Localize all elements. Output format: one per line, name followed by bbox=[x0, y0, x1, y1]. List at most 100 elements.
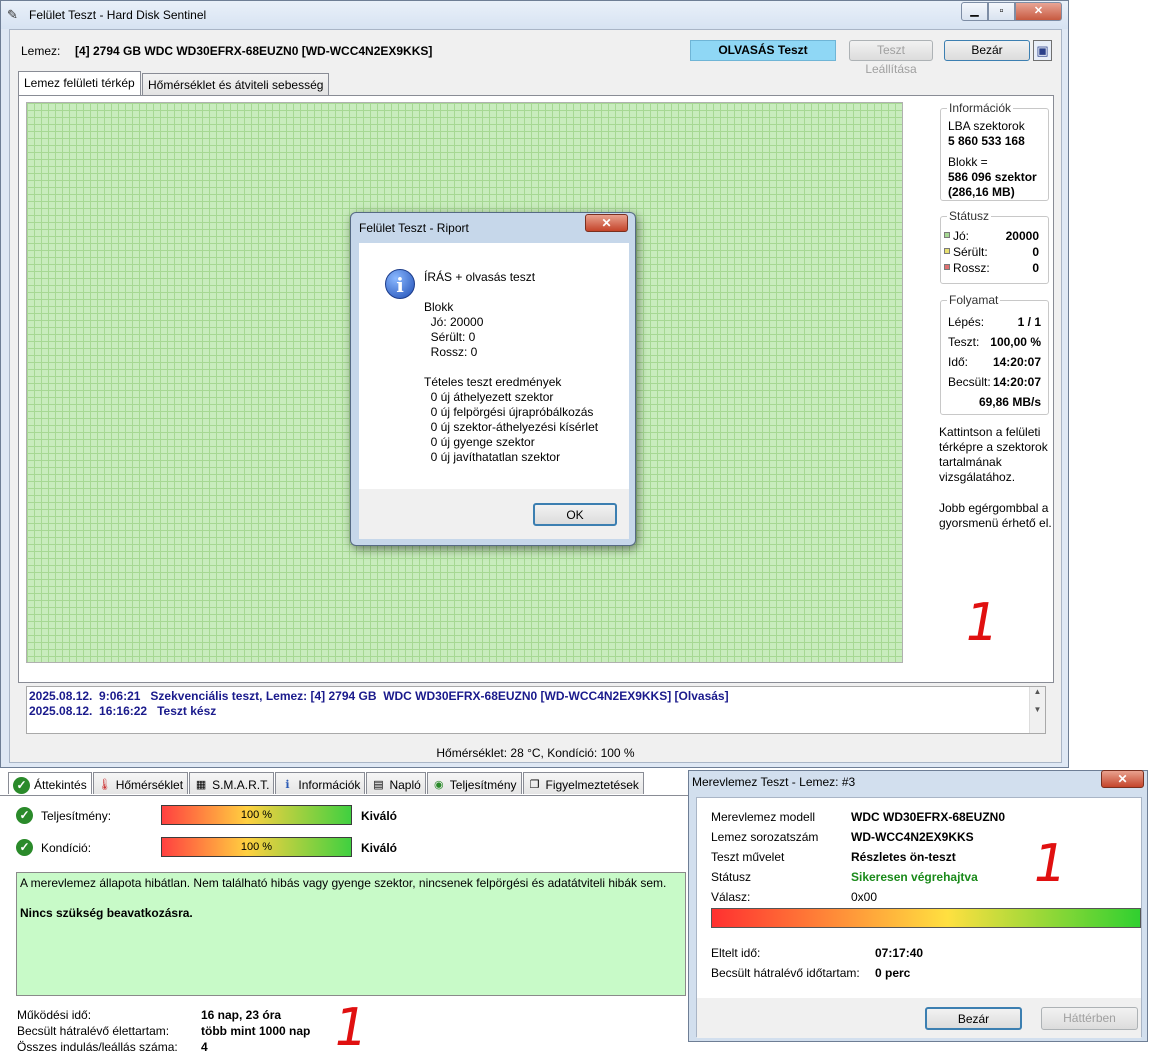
window-controls: ▁ ▫ ✕ bbox=[961, 2, 1062, 21]
model-label: Merevlemez modell bbox=[711, 810, 816, 824]
tab-performance[interactable]: ◉ Teljesítmény bbox=[426, 772, 522, 794]
status-bar: Hőmérséklet: 28 °C, Kondíció: 100 % bbox=[436, 746, 635, 760]
lifetime-label: Becsült hátralévő élettartam: bbox=[17, 1024, 170, 1038]
cond-ok-icon: ✓ bbox=[16, 839, 33, 856]
remaining-value: 0 perc bbox=[875, 966, 911, 980]
lifetime-value: több mint 1000 nap bbox=[201, 1024, 311, 1038]
app-icon: ✎ bbox=[7, 7, 18, 22]
report-line: Blokk bbox=[424, 300, 454, 314]
uptime-label: Működési idő: bbox=[17, 1008, 92, 1022]
tab-information-label: Információk bbox=[298, 778, 361, 792]
report-line: 0 új javíthatatlan szektor bbox=[424, 450, 561, 464]
selftest-dialog: Merevlemez Teszt - Lemez: #3 ✕ Merevleme… bbox=[688, 770, 1148, 1042]
tab-log-label: Napló bbox=[389, 778, 421, 792]
uptime-value: 16 nap, 23 óra bbox=[201, 1008, 282, 1022]
tab-temperature[interactable]: 🌡 Hőmérséklet bbox=[92, 772, 189, 794]
report-line: Tételes teszt eredmények bbox=[424, 375, 562, 389]
background-button[interactable]: Háttérben bbox=[1041, 1007, 1138, 1030]
good-label: Jó: bbox=[953, 229, 970, 243]
tab-surface-map[interactable]: Lemez felületi térkép bbox=[18, 71, 141, 95]
tab-log[interactable]: ▤ Napló bbox=[366, 772, 426, 794]
reply-value: 0x00 bbox=[851, 890, 878, 904]
step-label: Lépés: bbox=[948, 315, 985, 329]
good-swatch bbox=[944, 232, 950, 238]
damaged-value: 0 bbox=[1032, 245, 1039, 259]
block-label: Blokk = bbox=[948, 155, 988, 169]
chip-icon: ▦ bbox=[195, 779, 207, 791]
close-button[interactable]: Bezár bbox=[944, 40, 1030, 61]
health-advice: Nincs szükség beavatkozásra. bbox=[20, 906, 193, 920]
info-group: Információk LBA szektorok 5 860 533 168 … bbox=[940, 101, 1049, 201]
report-dialog-title: Felület Teszt - Riport bbox=[359, 221, 469, 235]
operation-value: Részletes ön-teszt bbox=[851, 850, 956, 864]
bad-value: 0 bbox=[1032, 261, 1039, 275]
stop-test-button[interactable]: Teszt Leállítása bbox=[849, 40, 933, 76]
ok-button[interactable]: OK bbox=[533, 503, 617, 526]
red-annotation-mark-dialog: 1 bbox=[1027, 834, 1072, 894]
log-line: 2025.08.12. 16:16:22 Teszt kész bbox=[29, 704, 217, 718]
tab-smart-label: S.M.A.R.T. bbox=[212, 778, 270, 792]
elapsed-value: 07:17:40 bbox=[875, 946, 924, 960]
step-value: 1 / 1 bbox=[1017, 315, 1041, 329]
reply-label: Válasz: bbox=[711, 890, 751, 904]
save-icon[interactable]: ▣ bbox=[1033, 40, 1052, 61]
disk-value: [4] 2794 GB WDC WD30EFRX-68EUZN0 [WD-WCC… bbox=[75, 44, 433, 58]
cond-rating: Kiváló bbox=[361, 841, 398, 855]
cond-bar: 100 % bbox=[161, 837, 352, 857]
estimate-label: Becsült: bbox=[948, 375, 991, 389]
mode-indicator: OLVASÁS Teszt bbox=[690, 40, 836, 61]
title-bar: ✎ Felület Teszt - Hard Disk Sentinel ▁ ▫… bbox=[1, 1, 1068, 29]
report-line: Rossz: 0 bbox=[424, 345, 478, 359]
damaged-swatch bbox=[944, 248, 950, 254]
status-legend: Státusz bbox=[947, 209, 992, 223]
report-line: Jó: 20000 bbox=[424, 315, 484, 329]
status-group: Státusz Jó: 20000 Sérült: 0 Rossz: 0 bbox=[940, 209, 1049, 284]
perf-bar: 100 % bbox=[161, 805, 352, 825]
cond-label: Kondíció: bbox=[41, 841, 92, 855]
block-value: 586 096 szektor bbox=[948, 170, 1037, 184]
tab-temperature-speed[interactable]: Hőmérséklet és átviteli sebesség bbox=[142, 73, 330, 95]
maximize-button[interactable]: ▫ bbox=[988, 2, 1015, 21]
tab-information[interactable]: ℹ Információk bbox=[275, 772, 366, 794]
info-icon: i bbox=[385, 269, 415, 299]
starts-label: Összes indulás/leállás száma: bbox=[17, 1040, 178, 1054]
close-window-button[interactable]: ✕ bbox=[1015, 2, 1062, 21]
log-box: 2025.08.12. 9:06:21 Szekvenciális teszt,… bbox=[26, 686, 1046, 734]
report-line: Sérült: 0 bbox=[424, 330, 476, 344]
test-label: Teszt: bbox=[948, 335, 980, 349]
log-scrollbar[interactable]: ▲ ▼ bbox=[1029, 687, 1045, 733]
model-value: WDC WD30EFRX-68EUZN0 bbox=[851, 810, 1006, 824]
report-heading: ÍRÁS + olvasás teszt bbox=[424, 270, 536, 284]
window-title: Felület Teszt - Hard Disk Sentinel bbox=[29, 8, 207, 22]
selftest-progress-bar bbox=[711, 908, 1141, 928]
tab-overview[interactable]: ✓ Áttekintés bbox=[8, 772, 92, 794]
time-value: 14:20:07 bbox=[992, 355, 1041, 369]
minimize-button[interactable]: ▁ bbox=[961, 2, 988, 21]
tab-smart[interactable]: ▦ S.M.A.R.T. bbox=[189, 772, 275, 794]
hint-rightclick: Jobb egérgombbal a gyorsmenü érhető el. bbox=[939, 501, 1052, 530]
report-close-icon[interactable]: ✕ bbox=[585, 214, 628, 232]
thermometer-icon: 🌡 bbox=[97, 779, 112, 791]
selftest-title: Merevlemez Teszt - Lemez: #3 bbox=[692, 775, 856, 789]
hint-click: Kattintson a felületi térképre a szektor… bbox=[939, 425, 1048, 484]
block-size: (286,16 MB) bbox=[948, 185, 1015, 199]
health-message: A merevlemez állapota hibátlan. Nem talá… bbox=[20, 876, 667, 890]
report-line: 0 új áthelyezett szektor bbox=[424, 390, 554, 404]
selftest-close-icon[interactable]: ✕ bbox=[1101, 770, 1144, 788]
tab-temperature-label: Hőmérséklet bbox=[115, 778, 184, 792]
tab-alerts[interactable]: ❐ Figyelmeztetések bbox=[522, 772, 644, 794]
lba-value: 5 860 533 168 bbox=[948, 134, 1025, 148]
report-line: 0 új szektor-áthelyezési kísérlet bbox=[424, 420, 599, 434]
test-value: 100,00 % bbox=[990, 335, 1041, 349]
lba-label: LBA szektorok bbox=[948, 119, 1025, 133]
report-line: 0 új felpörgési újrapróbálkozás bbox=[424, 405, 594, 419]
selftest-close-button[interactable]: Bezár bbox=[925, 1007, 1022, 1030]
tab-performance-label: Teljesítmény bbox=[449, 778, 517, 792]
bad-swatch bbox=[944, 264, 950, 270]
health-message-box: A merevlemez állapota hibátlan. Nem talá… bbox=[16, 872, 686, 996]
time-label: Idő: bbox=[948, 355, 969, 369]
perf-rating: Kiváló bbox=[361, 809, 398, 823]
tab-overview-label: Áttekintés bbox=[34, 778, 87, 792]
selftest-status-value: Sikeresen végrehajtva bbox=[851, 870, 978, 884]
damaged-label: Sérült: bbox=[953, 245, 988, 259]
